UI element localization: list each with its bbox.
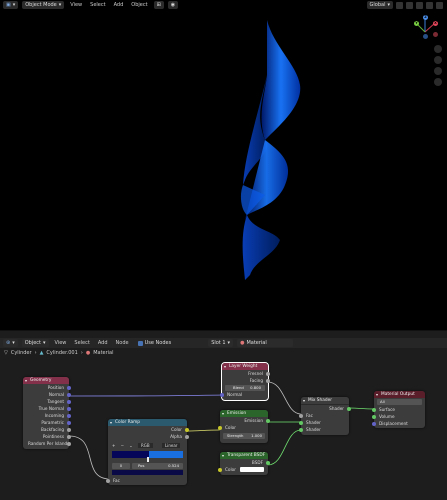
viewport-header-right: Global ▾ xyxy=(366,1,443,9)
shading-icon[interactable] xyxy=(436,1,443,9)
emission-node[interactable]: Emission Emission Color Strength 1.000 xyxy=(218,410,270,443)
socket-surface[interactable]: Surface xyxy=(372,406,425,413)
gizmo-z-icon[interactable]: Z xyxy=(423,15,428,20)
stop-index-field[interactable]: 0 xyxy=(112,463,130,469)
color-mode-dropdown[interactable]: RGB xyxy=(138,443,153,448)
mode-dropdown[interactable]: Object Mode ▾ xyxy=(22,1,65,9)
socket-random-per-island[interactable]: Random Per Island xyxy=(23,440,71,447)
selectability-icon[interactable]: ⊞ xyxy=(153,1,164,9)
menu-view[interactable]: View xyxy=(68,2,84,8)
socket-normal-input[interactable]: Normal xyxy=(220,391,272,398)
menu-object[interactable]: Object xyxy=(129,2,149,8)
remove-stop-button[interactable]: − xyxy=(121,443,124,448)
socket-mix-fac[interactable]: Fac xyxy=(299,412,349,419)
emission-node-title[interactable]: Emission xyxy=(220,410,268,417)
gizmo-x-icon[interactable]: X xyxy=(433,21,438,26)
overlay-icon[interactable] xyxy=(426,1,433,9)
pan-hand-icon[interactable] xyxy=(434,56,442,64)
socket-mix-shader-b[interactable]: Shader xyxy=(299,426,349,433)
transparent-bsdf-node[interactable]: Transparent BSDF BSDF Color xyxy=(218,452,270,475)
geometry-node-title[interactable]: Geometry xyxy=(23,377,69,384)
socket-alpha-output[interactable]: Alpha xyxy=(108,433,189,440)
add-stop-button[interactable]: + xyxy=(112,443,115,448)
menu-add[interactable]: Add xyxy=(112,2,126,8)
snap-icon[interactable] xyxy=(406,1,413,9)
socket-volume[interactable]: Volume xyxy=(372,413,425,420)
socket-facing[interactable]: Facing xyxy=(222,377,270,384)
interpolation-dropdown[interactable]: Linear xyxy=(162,443,181,448)
perspective-grid-icon[interactable] xyxy=(434,78,442,86)
layer-weight-node-title[interactable]: Layer Weight xyxy=(222,363,268,370)
twisted-ribbon-object[interactable] xyxy=(225,15,305,295)
socket-shader-output[interactable]: Shader xyxy=(301,405,351,412)
socket-normal[interactable]: Normal xyxy=(23,391,71,398)
material-output-node-title[interactable]: Material Output xyxy=(374,391,425,398)
ramp-controls: + − ⌄ RGB Linear xyxy=(112,443,183,449)
socket-tangent[interactable]: Tangent xyxy=(23,398,71,405)
visibility-icon[interactable]: ◉ xyxy=(167,1,179,9)
socket-emission-color[interactable]: Color xyxy=(218,424,268,431)
transparent-color-swatch[interactable] xyxy=(240,467,264,472)
zoom-icon[interactable] xyxy=(434,45,442,53)
material-output-node[interactable]: Material Output All Surface Volume Displ… xyxy=(372,391,425,428)
socket-backfacing[interactable]: Backfacing xyxy=(23,426,71,433)
menu-select[interactable]: Select xyxy=(88,2,107,8)
stop-color-swatch[interactable] xyxy=(112,470,183,475)
color-ramp-node-title[interactable]: Color Ramp xyxy=(108,419,187,426)
socket-incoming[interactable]: Incoming xyxy=(23,412,71,419)
gizmo-y-icon[interactable]: Y xyxy=(414,21,419,26)
strength-field[interactable]: Strength 1.000 xyxy=(223,433,265,439)
socket-parametric[interactable]: Parametric xyxy=(23,419,71,426)
proportional-icon[interactable] xyxy=(416,1,423,9)
pivot-icon[interactable] xyxy=(396,1,403,9)
editor-type-button[interactable]: ▣ ▾ xyxy=(3,1,19,9)
layer-weight-node[interactable]: Layer Weight Fresnel Facing Blend 0.800 … xyxy=(220,362,270,401)
ramp-stop-handle[interactable] xyxy=(147,457,149,462)
shader-node-editor[interactable]: ⊛ ▾ Object ▾ View Select Add Node Use Node… xyxy=(0,338,447,500)
socket-displacement[interactable]: Displacement xyxy=(372,420,425,427)
ramp-menu-icon[interactable]: ⌄ xyxy=(129,443,132,448)
gizmo-neg-x-icon[interactable] xyxy=(433,32,438,37)
socket-fac-input[interactable]: Fac xyxy=(106,477,158,484)
socket-fresnel[interactable]: Fresnel xyxy=(222,370,270,377)
mix-shader-node[interactable]: Mix Shader Shader Fac Shader Shader xyxy=(299,397,351,435)
3d-viewport[interactable]: ▣ ▾ Object Mode ▾ View Select Add Object ⊞… xyxy=(0,0,447,330)
socket-true-normal[interactable]: True Normal xyxy=(23,405,71,412)
mix-shader-node-title[interactable]: Mix Shader xyxy=(301,397,349,405)
socket-emission-output[interactable]: Emission xyxy=(220,417,270,424)
gizmo-neg-z-icon[interactable] xyxy=(423,34,428,39)
socket-bsdf-output[interactable]: BSDF xyxy=(220,459,270,466)
target-dropdown[interactable]: All xyxy=(377,399,422,405)
color-ramp-node[interactable]: Color Ramp Color Alpha + − ⌄ RGB Linear … xyxy=(106,419,189,485)
socket-pointiness[interactable]: Pointiness xyxy=(23,433,71,440)
camera-view-icon[interactable] xyxy=(434,67,442,75)
transform-orientation[interactable]: Global ▾ xyxy=(366,1,393,9)
socket-color-output[interactable]: Color xyxy=(108,426,189,433)
transparent-bsdf-node-title[interactable]: Transparent BSDF xyxy=(220,452,268,459)
socket-position[interactable]: Position xyxy=(23,384,71,391)
geometry-node[interactable]: Geometry Position Normal Tangent True No… xyxy=(23,377,71,449)
socket-mix-shader-a[interactable]: Shader xyxy=(299,419,349,426)
stop-position-field[interactable]: Pos 0.524 xyxy=(132,463,183,469)
